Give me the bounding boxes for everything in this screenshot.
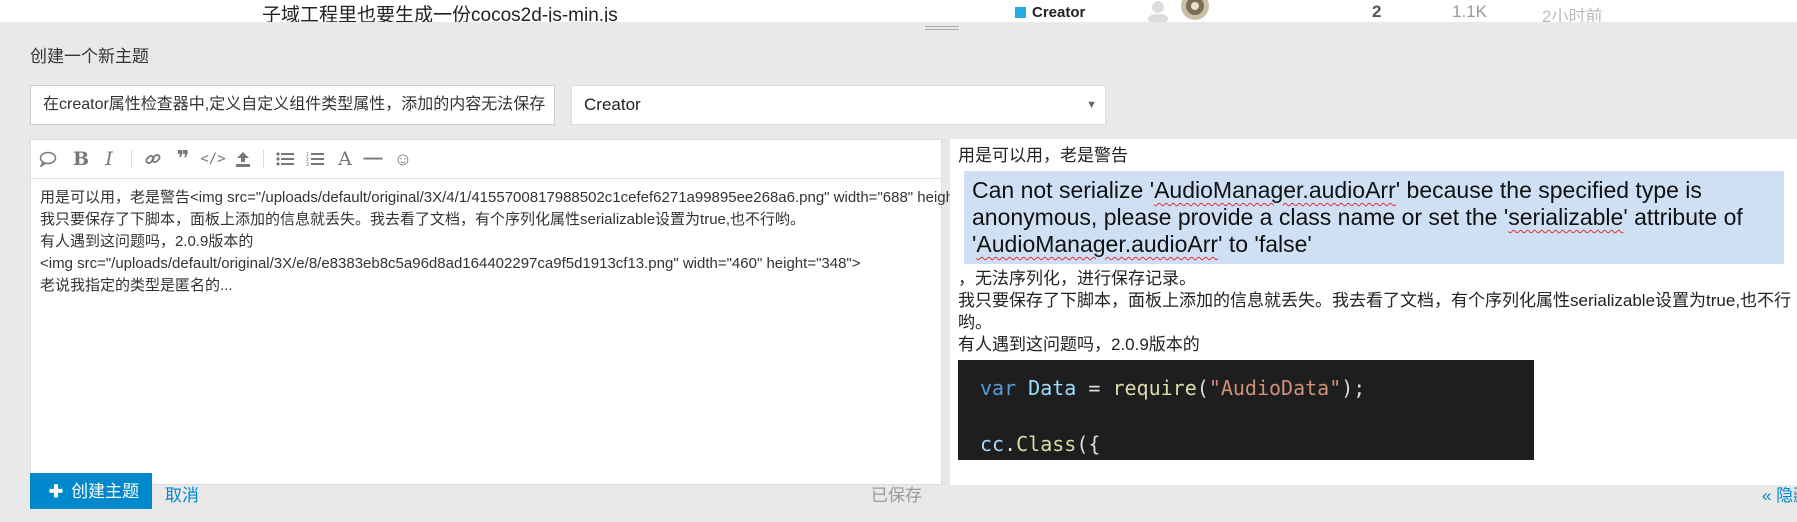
hide-preview-link[interactable]: « 隐藏预览 (1762, 481, 1797, 506)
composer-action-title: 创建一个新主题 (30, 47, 149, 66)
toolbar-divider (131, 150, 132, 168)
toolbar-divider (263, 150, 264, 168)
italic-icon[interactable]: I (97, 148, 121, 170)
code-line: var Data = require("AudioData"); (980, 376, 1365, 400)
bold-icon[interactable]: B (69, 148, 93, 170)
warning-text: ' to 'false' (1218, 231, 1312, 257)
warning-text: serializable (1508, 204, 1624, 230)
preview-paragraph: 有人遇到这问题吗，2.0.9版本的 (958, 335, 1200, 354)
code-line: cc.Class({ (980, 432, 1100, 456)
code-token: Data (1016, 376, 1077, 400)
code-token: require (1112, 376, 1197, 400)
editor-line: 用是可以用，老是警告<img src="/uploads/default/ori… (40, 189, 1218, 206)
horizontal-rule-icon[interactable]: — (361, 148, 385, 170)
avatar[interactable] (1146, 0, 1170, 22)
code-icon[interactable]: </> (200, 148, 225, 170)
link-icon[interactable] (141, 148, 165, 170)
topic-title-input[interactable]: 在creator属性检查器中,定义自定义组件类型属性，添加的内容无法保存 (30, 85, 555, 125)
emoji-icon[interactable]: ☺ (391, 148, 415, 170)
editor-line: 老说我指定的类型是匿名的... (40, 277, 233, 294)
numbered-list-icon[interactable]: 123 (303, 148, 327, 170)
code-token: "AudioData" (1208, 376, 1342, 400)
code-token: ({ (1076, 432, 1101, 456)
preview-paragraph: ，无法序列化，进行保存记录。 (958, 269, 1196, 288)
cancel-link[interactable]: 取消 (165, 481, 199, 506)
create-topic-button[interactable]: ✚ 创建主题 (30, 473, 152, 509)
caret-down-icon: ▼ (1086, 99, 1097, 111)
category-color-square (1015, 7, 1026, 18)
preview-paragraph: 我只要保存了下脚本，面板上添加的信息就丢失。我去看了文档，有个序列化属性seri… (958, 291, 1792, 310)
category-select[interactable]: Creator ▼ (571, 85, 1106, 125)
preview-paragraph: 用是可以用，老是警告 (958, 146, 1128, 165)
plus-icon: ✚ (48, 482, 64, 501)
warning-text: AudioManager.audioArr (976, 231, 1219, 257)
category-badge-label: Creator (1032, 4, 1086, 21)
editor: B I ❞ </> 123 A — ☺ 用是可以用，老是警告<img src="… (30, 139, 1218, 485)
editor-line: <img src="/uploads/default/original/3X/e… (40, 255, 861, 272)
preview-code-image: var Data = require("AudioData"); cc.Clas… (958, 360, 1534, 460)
code-token: = (1076, 376, 1113, 400)
reply-count: 2 (1372, 2, 1382, 21)
code-token: cc (980, 432, 1005, 456)
composer-resize-grip[interactable] (925, 24, 959, 34)
post-preview: 用是可以用，老是警告 Can not serialize 'AudioManag… (950, 139, 1797, 485)
category-select-value: Creator (584, 95, 641, 114)
editor-line: 我只要保存了下脚本，面板上添加的信息就丢失。我去看了文档，有个序列化属性seri… (40, 211, 806, 228)
code-token: var (980, 376, 1017, 400)
editor-textarea[interactable]: 用是可以用，老是警告<img src="/uploads/default/ori… (31, 179, 1218, 305)
view-count: 1.1K (1452, 2, 1487, 21)
bullet-list-icon[interactable] (273, 148, 297, 170)
upload-icon[interactable] (231, 148, 255, 170)
code-token: . (1004, 432, 1017, 456)
svg-text:3: 3 (306, 162, 309, 167)
avatar[interactable] (1180, 0, 1210, 22)
composer-panel: 创建一个新主题 在creator属性检查器中,定义自定义组件类型属性，添加的内容… (0, 22, 1797, 522)
editor-toolbar: B I ❞ </> 123 A — ☺ (31, 140, 941, 179)
category-badge[interactable]: Creator (1015, 4, 1085, 21)
warning-text: AudioManager.audioArr (1154, 177, 1396, 203)
create-topic-label: 创建主题 (71, 482, 140, 501)
editor-line: 有人遇到这问题吗，2.0.9版本的 (40, 233, 254, 250)
saved-status: 已保存 (871, 486, 922, 505)
heading-icon[interactable]: A (333, 148, 357, 170)
code-token: Class (1016, 432, 1077, 456)
preview-paragraph: 哟。 (958, 313, 992, 332)
quote-icon[interactable]: ❞ (171, 146, 195, 171)
warning-text: Can not serialize ' (972, 177, 1155, 203)
preview-warning-image: Can not serialize 'AudioManager.audioArr… (964, 171, 1784, 264)
topic-list-row[interactable]: 子域工程里也要生成一份cocos2d-js-min.js Creator 2 1… (0, 0, 1797, 26)
code-token: ( (1196, 376, 1209, 400)
code-token: ); (1341, 376, 1366, 400)
speech-bubble-icon[interactable] (36, 148, 60, 170)
